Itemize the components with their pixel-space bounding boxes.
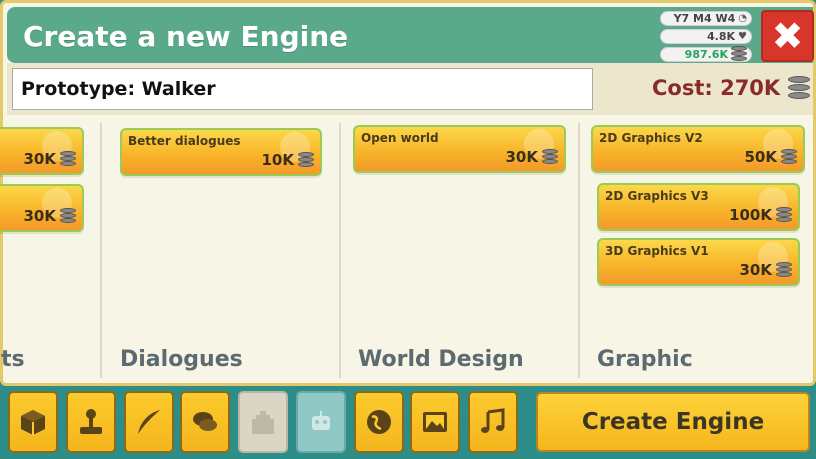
tab-level-design[interactable] <box>238 391 288 453</box>
feature-columns: 30K 30K ts Better dialogues 10K Dialogue… <box>0 115 813 385</box>
dialog-title: Create a new Engine <box>23 20 349 53</box>
date-stat: Y7 M4 W4 ◔ <box>660 11 752 26</box>
create-engine-button[interactable]: Create Engine <box>536 392 810 452</box>
coins-icon <box>776 206 792 224</box>
robot-icon <box>312 411 330 430</box>
coins-icon <box>60 150 76 168</box>
music-note-icon <box>481 408 505 433</box>
heart-icon: ♥ <box>738 31 747 42</box>
column-title: ts <box>1 347 25 372</box>
column-divider <box>100 123 102 378</box>
feature-name: 3D Graphics V1 <box>605 244 709 258</box>
feature-cost: 10K <box>261 151 295 169</box>
feature-cost: 30K <box>23 150 57 168</box>
date-value: Y7 M4 W4 <box>673 12 736 25</box>
feature-name: Better dialogues <box>128 134 241 148</box>
engine-name-field[interactable] <box>12 68 593 110</box>
status-panel: Y7 M4 W4 ◔ 4.8K ♥ 987.6K <box>660 11 752 65</box>
joystick-icon <box>80 409 102 434</box>
castle-icon <box>252 411 274 434</box>
column-title: Dialogues <box>120 347 243 372</box>
tab-graphic[interactable] <box>410 391 460 453</box>
money-value: 987.6K <box>684 48 728 61</box>
feature-card[interactable]: Open world 30K <box>353 125 566 173</box>
coins-icon <box>542 148 558 166</box>
coins-icon <box>731 46 747 63</box>
column-divider <box>339 123 341 378</box>
coins-icon <box>776 261 792 279</box>
globe-icon <box>367 410 391 434</box>
feature-name: 2D Graphics V3 <box>605 189 709 203</box>
feature-card[interactable]: Better dialogues 10K <box>120 128 322 176</box>
picture-icon <box>423 412 447 432</box>
feather-icon <box>138 410 160 434</box>
feature-name: 2D Graphics V2 <box>599 131 703 145</box>
cost-label: Cost: 270K <box>652 76 781 100</box>
feature-name: Open world <box>361 131 439 145</box>
close-icon: ✖ <box>771 14 804 58</box>
feature-card[interactable]: 3D Graphics V1 30K <box>597 238 800 286</box>
column-title: Graphic <box>597 347 693 372</box>
feature-cost: 30K <box>505 148 539 166</box>
feature-card[interactable]: 2D Graphics V2 50K <box>591 125 805 173</box>
engine-cost: Cost: 270K <box>652 76 811 100</box>
coins-icon <box>788 76 811 100</box>
feature-card[interactable]: 30K <box>0 127 84 175</box>
coins-icon <box>60 207 76 225</box>
clock-icon: ◔ <box>738 13 747 24</box>
coins-icon <box>781 148 797 166</box>
tab-gameplay[interactable] <box>66 391 116 453</box>
column-divider <box>578 123 580 378</box>
feature-card[interactable]: 30K <box>0 184 84 232</box>
tab-story[interactable] <box>124 391 174 453</box>
fans-stat: 4.8K ♥ <box>660 29 752 44</box>
feature-cost: 30K <box>739 261 773 279</box>
tab-sound[interactable] <box>468 391 518 453</box>
feature-card[interactable]: 2D Graphics V3 100K <box>597 183 800 231</box>
feature-cost: 50K <box>744 148 778 166</box>
coins-icon <box>298 151 314 169</box>
tab-ai[interactable] <box>296 391 346 453</box>
tab-engine-box[interactable] <box>8 391 58 453</box>
feature-cost: 30K <box>23 207 57 225</box>
tab-world-design[interactable] <box>354 391 404 453</box>
create-engine-dialog: Create a new Engine Y7 M4 W4 ◔ 4.8K ♥ 98… <box>0 0 816 386</box>
fans-value: 4.8K <box>707 30 736 43</box>
box-icon <box>21 410 45 435</box>
feature-cost: 100K <box>729 206 772 224</box>
column-title: World Design <box>358 347 524 372</box>
tab-dialogues[interactable] <box>180 391 230 453</box>
money-stat: 987.6K <box>660 46 752 63</box>
close-button[interactable]: ✖ <box>761 10 814 62</box>
speech-bubbles-icon <box>193 412 217 431</box>
